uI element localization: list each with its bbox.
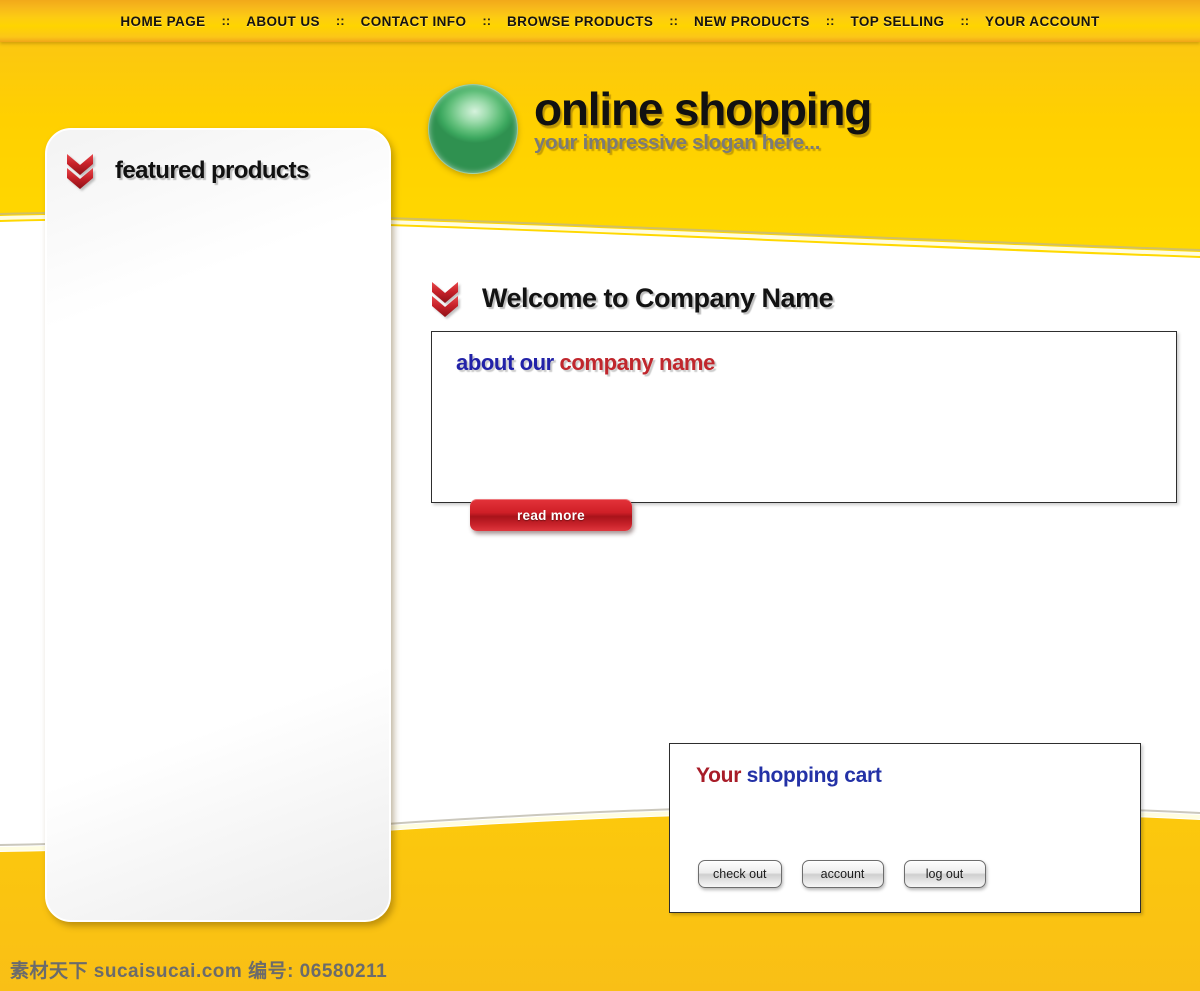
site-title: online shopping bbox=[534, 83, 872, 135]
about-title-part-1: about our bbox=[456, 350, 560, 375]
site-header[interactable]: online shopping your impressive slogan h… bbox=[428, 83, 872, 174]
nav-separator: :: bbox=[960, 12, 970, 28]
account-button[interactable]: account bbox=[801, 860, 884, 888]
site-slogan: your impressive slogan here... bbox=[534, 131, 821, 154]
logo-text-block: online shopping your impressive slogan h… bbox=[534, 83, 872, 154]
shopping-cart-actions: check out account log out bbox=[698, 860, 986, 888]
featured-products-title: featured products bbox=[115, 157, 309, 184]
read-more-button[interactable]: read more bbox=[470, 499, 632, 531]
shopping-cart-box: Your shopping cart check out account log… bbox=[669, 743, 1141, 913]
top-navigation: HOME PAGE :: ABOUT US :: CONTACT INFO ::… bbox=[0, 0, 1200, 42]
nav-separator: :: bbox=[669, 12, 678, 28]
top-navigation-items: HOME PAGE :: ABOUT US :: CONTACT INFO ::… bbox=[86, 12, 1114, 29]
nav-item-about-us[interactable]: ABOUT US bbox=[232, 14, 334, 29]
nav-separator: :: bbox=[221, 12, 231, 28]
welcome-heading: Welcome to Company Name bbox=[430, 265, 834, 332]
about-company-box: about our company name bbox=[431, 331, 1177, 503]
watermark-text: 素材天下 sucaisucai.com 编号: 06580211 bbox=[10, 961, 388, 982]
page-title: Welcome to Company Name bbox=[482, 283, 834, 314]
nav-separator: :: bbox=[482, 12, 492, 28]
featured-products-panel: featured products bbox=[45, 128, 391, 922]
double-chevron-down-icon bbox=[432, 281, 458, 317]
nav-item-new-products[interactable]: NEW PRODUCTS bbox=[680, 14, 824, 29]
nav-separator: :: bbox=[825, 12, 835, 28]
log-out-button[interactable]: log out bbox=[903, 860, 986, 888]
featured-products-header: featured products bbox=[47, 130, 389, 190]
shopping-cart-title: Your shopping cart bbox=[696, 764, 1140, 788]
page-root: HOME PAGE :: ABOUT US :: CONTACT INFO ::… bbox=[0, 0, 1200, 991]
cart-title-part-1: Your bbox=[696, 764, 747, 787]
green-sphere-logo-icon bbox=[428, 84, 518, 174]
about-title-part-2: company name bbox=[559, 350, 716, 375]
check-out-button[interactable]: check out bbox=[698, 860, 782, 888]
nav-item-home-page[interactable]: HOME PAGE bbox=[106, 14, 219, 29]
nav-item-your-account[interactable]: YOUR ACCOUNT bbox=[971, 14, 1114, 29]
double-chevron-down-icon bbox=[67, 154, 93, 189]
featured-products-list bbox=[47, 190, 389, 210]
nav-item-top-selling[interactable]: TOP SELLING bbox=[836, 14, 958, 29]
cart-title-part-2: shopping cart bbox=[746, 764, 882, 787]
nav-item-contact-info[interactable]: CONTACT INFO bbox=[347, 14, 481, 29]
about-company-title: about our company name bbox=[456, 350, 1176, 376]
shopping-cart-items bbox=[696, 796, 1114, 834]
nav-item-browse-products[interactable]: BROWSE PRODUCTS bbox=[493, 14, 667, 29]
nav-separator: :: bbox=[335, 12, 345, 28]
